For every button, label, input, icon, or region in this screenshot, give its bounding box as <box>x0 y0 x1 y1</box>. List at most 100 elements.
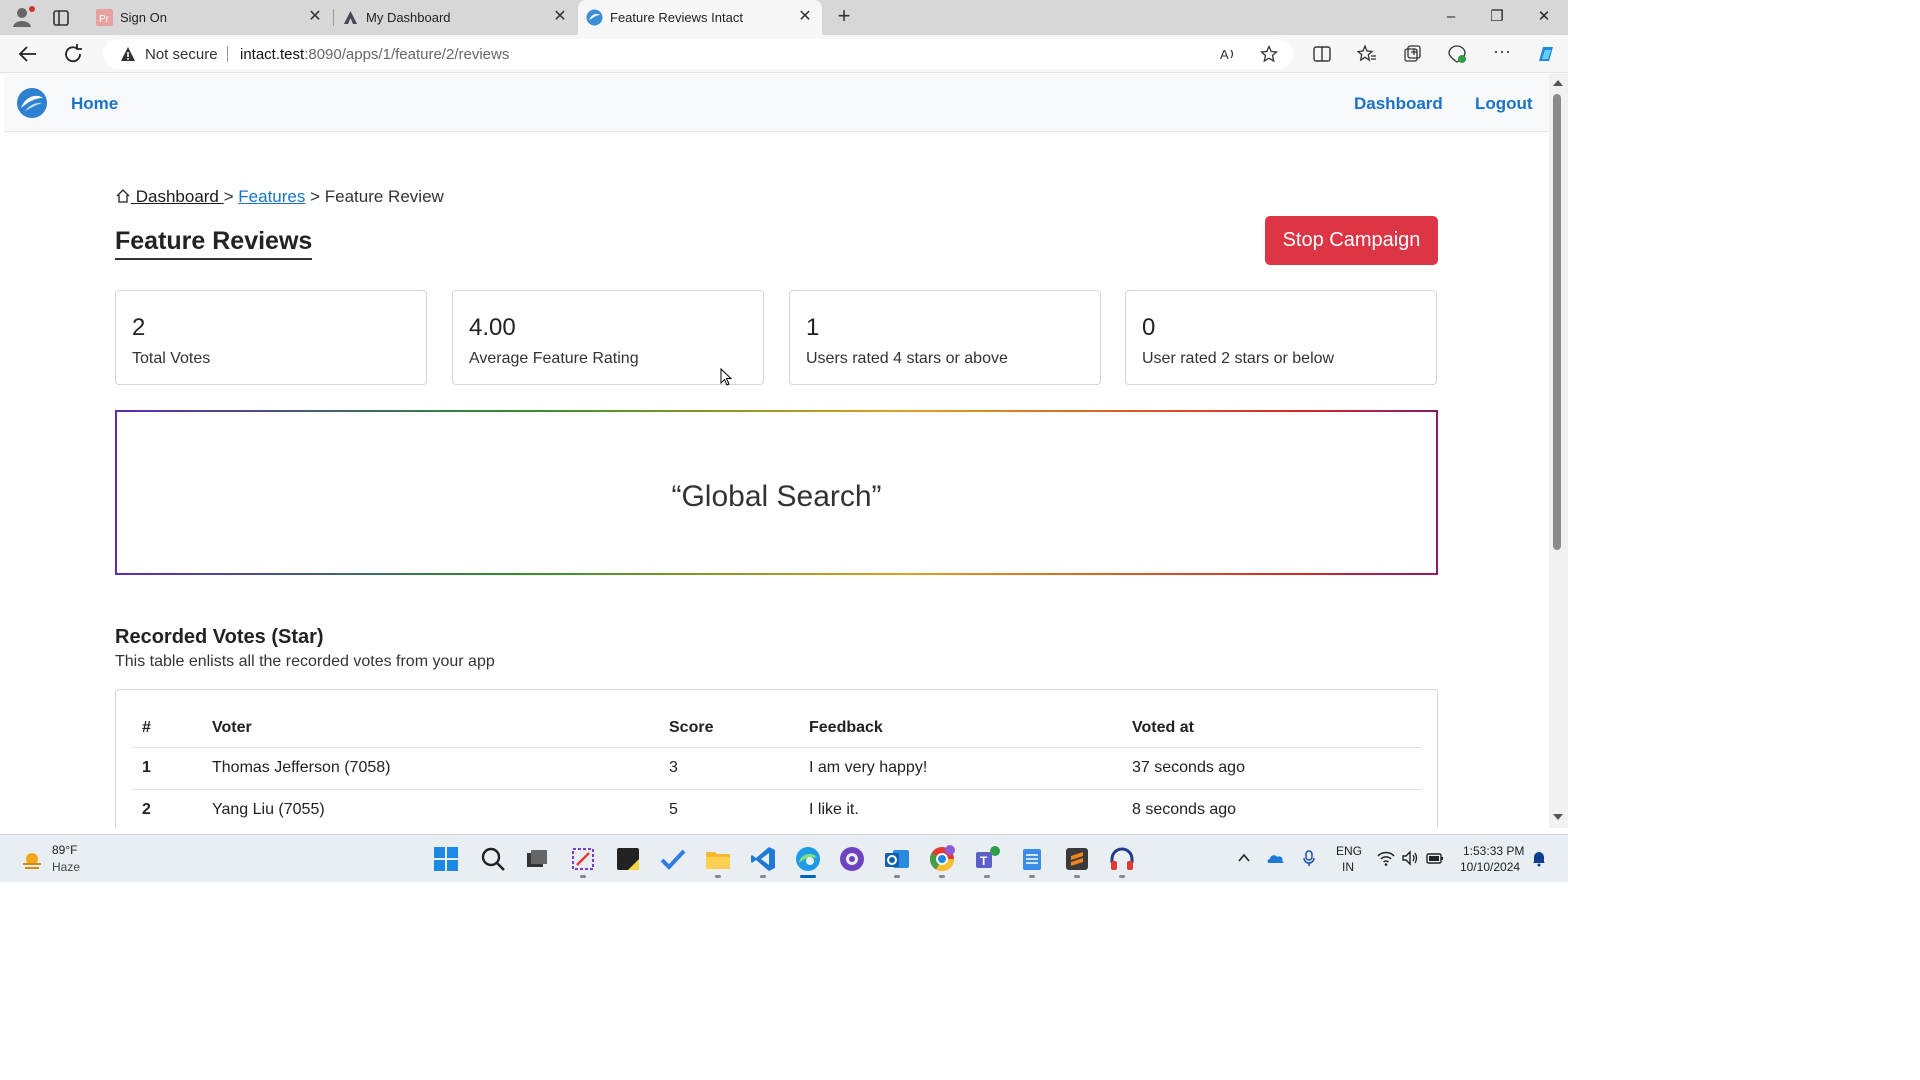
chevron-up-icon[interactable] <box>1235 849 1253 867</box>
cell-score: 3 <box>659 747 799 790</box>
windows-taskbar: 89°F Haze T ENG IN 1:53:33 PM 10/10/2024 <box>0 834 1568 882</box>
url-host: intact.test <box>240 46 305 63</box>
close-window-icon[interactable]: ✕ <box>1533 6 1555 28</box>
windows-start-icon[interactable] <box>432 845 460 873</box>
file-explorer-icon[interactable] <box>704 845 732 873</box>
app-running-indicator <box>580 875 586 878</box>
tab-sign-on[interactable]: Pr Sign On ✕ <box>88 0 332 35</box>
edge-icon[interactable] <box>794 845 822 873</box>
tab-title: Sign On <box>120 10 167 25</box>
app-running-indicator <box>894 875 900 878</box>
weather-haze-icon[interactable] <box>20 849 44 873</box>
snipping-tool-icon[interactable] <box>569 845 597 873</box>
stat-value: 0 <box>1142 314 1156 341</box>
restore-icon[interactable]: ❐ <box>1486 6 1508 28</box>
volume-icon[interactable] <box>1401 849 1419 867</box>
warning-icon[interactable] <box>120 46 136 62</box>
url-text[interactable]: intact.test:8090/apps/1/feature/2/review… <box>240 46 509 63</box>
refresh-icon[interactable] <box>61 42 85 66</box>
table-row: 1 Thomas Jefferson (7058) 3 I am very ha… <box>132 747 1422 790</box>
breadcrumb-dashboard-label: Dashboard <box>131 187 224 206</box>
tab-actions-icon[interactable] <box>50 7 72 29</box>
sticky-notes-icon[interactable] <box>614 845 642 873</box>
todo-icon[interactable] <box>659 845 687 873</box>
search-icon[interactable] <box>479 845 507 873</box>
clock-time[interactable]: 1:53:33 PM <box>1463 844 1524 858</box>
page-viewport: Home Dashboard Logout Dashboard > Featur… <box>4 74 1549 828</box>
notepad-icon[interactable] <box>1018 845 1046 873</box>
headphones-app-icon[interactable] <box>1108 845 1136 873</box>
minimize-icon[interactable]: – <box>1440 6 1462 28</box>
read-aloud-icon[interactable]: A <box>1219 45 1237 63</box>
notification-bell-icon[interactable] <box>1530 849 1548 867</box>
svg-text:Pr: Pr <box>99 14 110 25</box>
breadcrumb-features-link[interactable]: Features <box>238 187 305 206</box>
task-view-icon[interactable] <box>523 845 551 873</box>
back-icon[interactable] <box>16 42 40 66</box>
close-icon[interactable]: ✕ <box>551 8 569 26</box>
collections-icon[interactable] <box>1402 44 1422 64</box>
github-desktop-icon[interactable] <box>838 845 866 873</box>
stat-card-low-ratings: 0 User rated 2 stars or below <box>1125 290 1437 385</box>
new-tab-icon[interactable]: + <box>832 5 856 29</box>
atlassian-icon <box>344 11 357 24</box>
svg-text:A: A <box>1220 47 1229 62</box>
nav-logout-link[interactable]: Logout <box>1475 94 1533 114</box>
votes-table: # Voter Score Feedback Voted at 1 Thomas… <box>132 709 1422 828</box>
app-active-indicator <box>800 875 816 878</box>
breadcrumb-separator: > <box>305 187 325 206</box>
weather-temperature[interactable]: 89°F <box>52 843 77 857</box>
browser-essentials-icon[interactable] <box>1447 44 1467 64</box>
url-field[interactable]: Not secure intact.test:8090/apps/1/featu… <box>103 39 1293 69</box>
teams-icon[interactable]: T <box>973 845 1001 873</box>
nav-dashboard-link[interactable]: Dashboard <box>1354 94 1443 114</box>
microphone-icon[interactable] <box>1300 849 1318 867</box>
stat-card-total-votes: 2 Total Votes <box>115 290 427 385</box>
tab-feature-reviews[interactable]: Feature Reviews Intact ✕ <box>578 0 822 35</box>
battery-icon[interactable] <box>1426 849 1444 867</box>
clock-date[interactable]: 10/10/2024 <box>1460 860 1520 874</box>
stat-label: Total Votes <box>132 350 211 367</box>
language-region[interactable]: IN <box>1342 860 1354 874</box>
more-options-icon[interactable]: ··· <box>1492 42 1512 64</box>
stat-card-average-rating: 4.00 Average Feature Rating <box>452 290 764 385</box>
table-row: 2 Yang Liu (7055) 5 I like it. 8 seconds… <box>132 789 1422 828</box>
app-running-indicator <box>984 875 990 878</box>
page-scrollbar[interactable] <box>1549 74 1568 828</box>
scrollbar-thumb[interactable] <box>1553 94 1561 550</box>
outlook-icon[interactable] <box>883 845 911 873</box>
column-header: Feedback <box>799 709 1122 748</box>
breadcrumb-dashboard-link[interactable]: Dashboard <box>115 187 224 206</box>
sublime-text-icon[interactable] <box>1063 845 1091 873</box>
favorites-icon[interactable] <box>1357 44 1377 64</box>
close-icon[interactable]: ✕ <box>306 8 324 26</box>
votes-section-subtitle: This table enlists all the recorded vote… <box>115 653 495 670</box>
chrome-icon[interactable] <box>928 845 956 873</box>
close-icon[interactable]: ✕ <box>796 8 814 26</box>
feature-banner: “Global Search” <box>115 410 1438 575</box>
wifi-icon[interactable] <box>1377 849 1395 867</box>
favorite-star-icon[interactable] <box>1260 45 1278 63</box>
tab-title: Feature Reviews Intact <box>610 10 743 25</box>
security-label[interactable]: Not secure <box>145 46 218 63</box>
scroll-down-arrow-icon[interactable] <box>1553 814 1563 820</box>
url-path: :8090/apps/1/feature/2/reviews <box>304 46 510 63</box>
language-indicator[interactable]: ENG <box>1336 844 1362 858</box>
stop-campaign-button[interactable]: Stop Campaign <box>1265 216 1438 265</box>
nav-home-link[interactable]: Home <box>71 94 118 114</box>
breadcrumb-current: Feature Review <box>324 187 444 206</box>
app-running-indicator <box>939 875 945 878</box>
weather-description[interactable]: Haze <box>52 860 80 874</box>
profile-icon[interactable] <box>10 5 36 29</box>
home-icon <box>116 189 130 203</box>
tab-my-dashboard[interactable]: My Dashboard ✕ <box>334 0 577 35</box>
scroll-up-arrow-icon[interactable] <box>1553 80 1563 86</box>
split-screen-icon[interactable] <box>1312 44 1332 64</box>
copilot-icon[interactable] <box>1535 43 1557 65</box>
onedrive-icon[interactable] <box>1267 849 1285 867</box>
app-running-indicator <box>1029 875 1035 878</box>
page-title: Feature Reviews <box>115 227 313 260</box>
app-logo[interactable] <box>16 87 48 119</box>
vscode-icon[interactable] <box>749 845 777 873</box>
url-divider <box>227 46 228 62</box>
